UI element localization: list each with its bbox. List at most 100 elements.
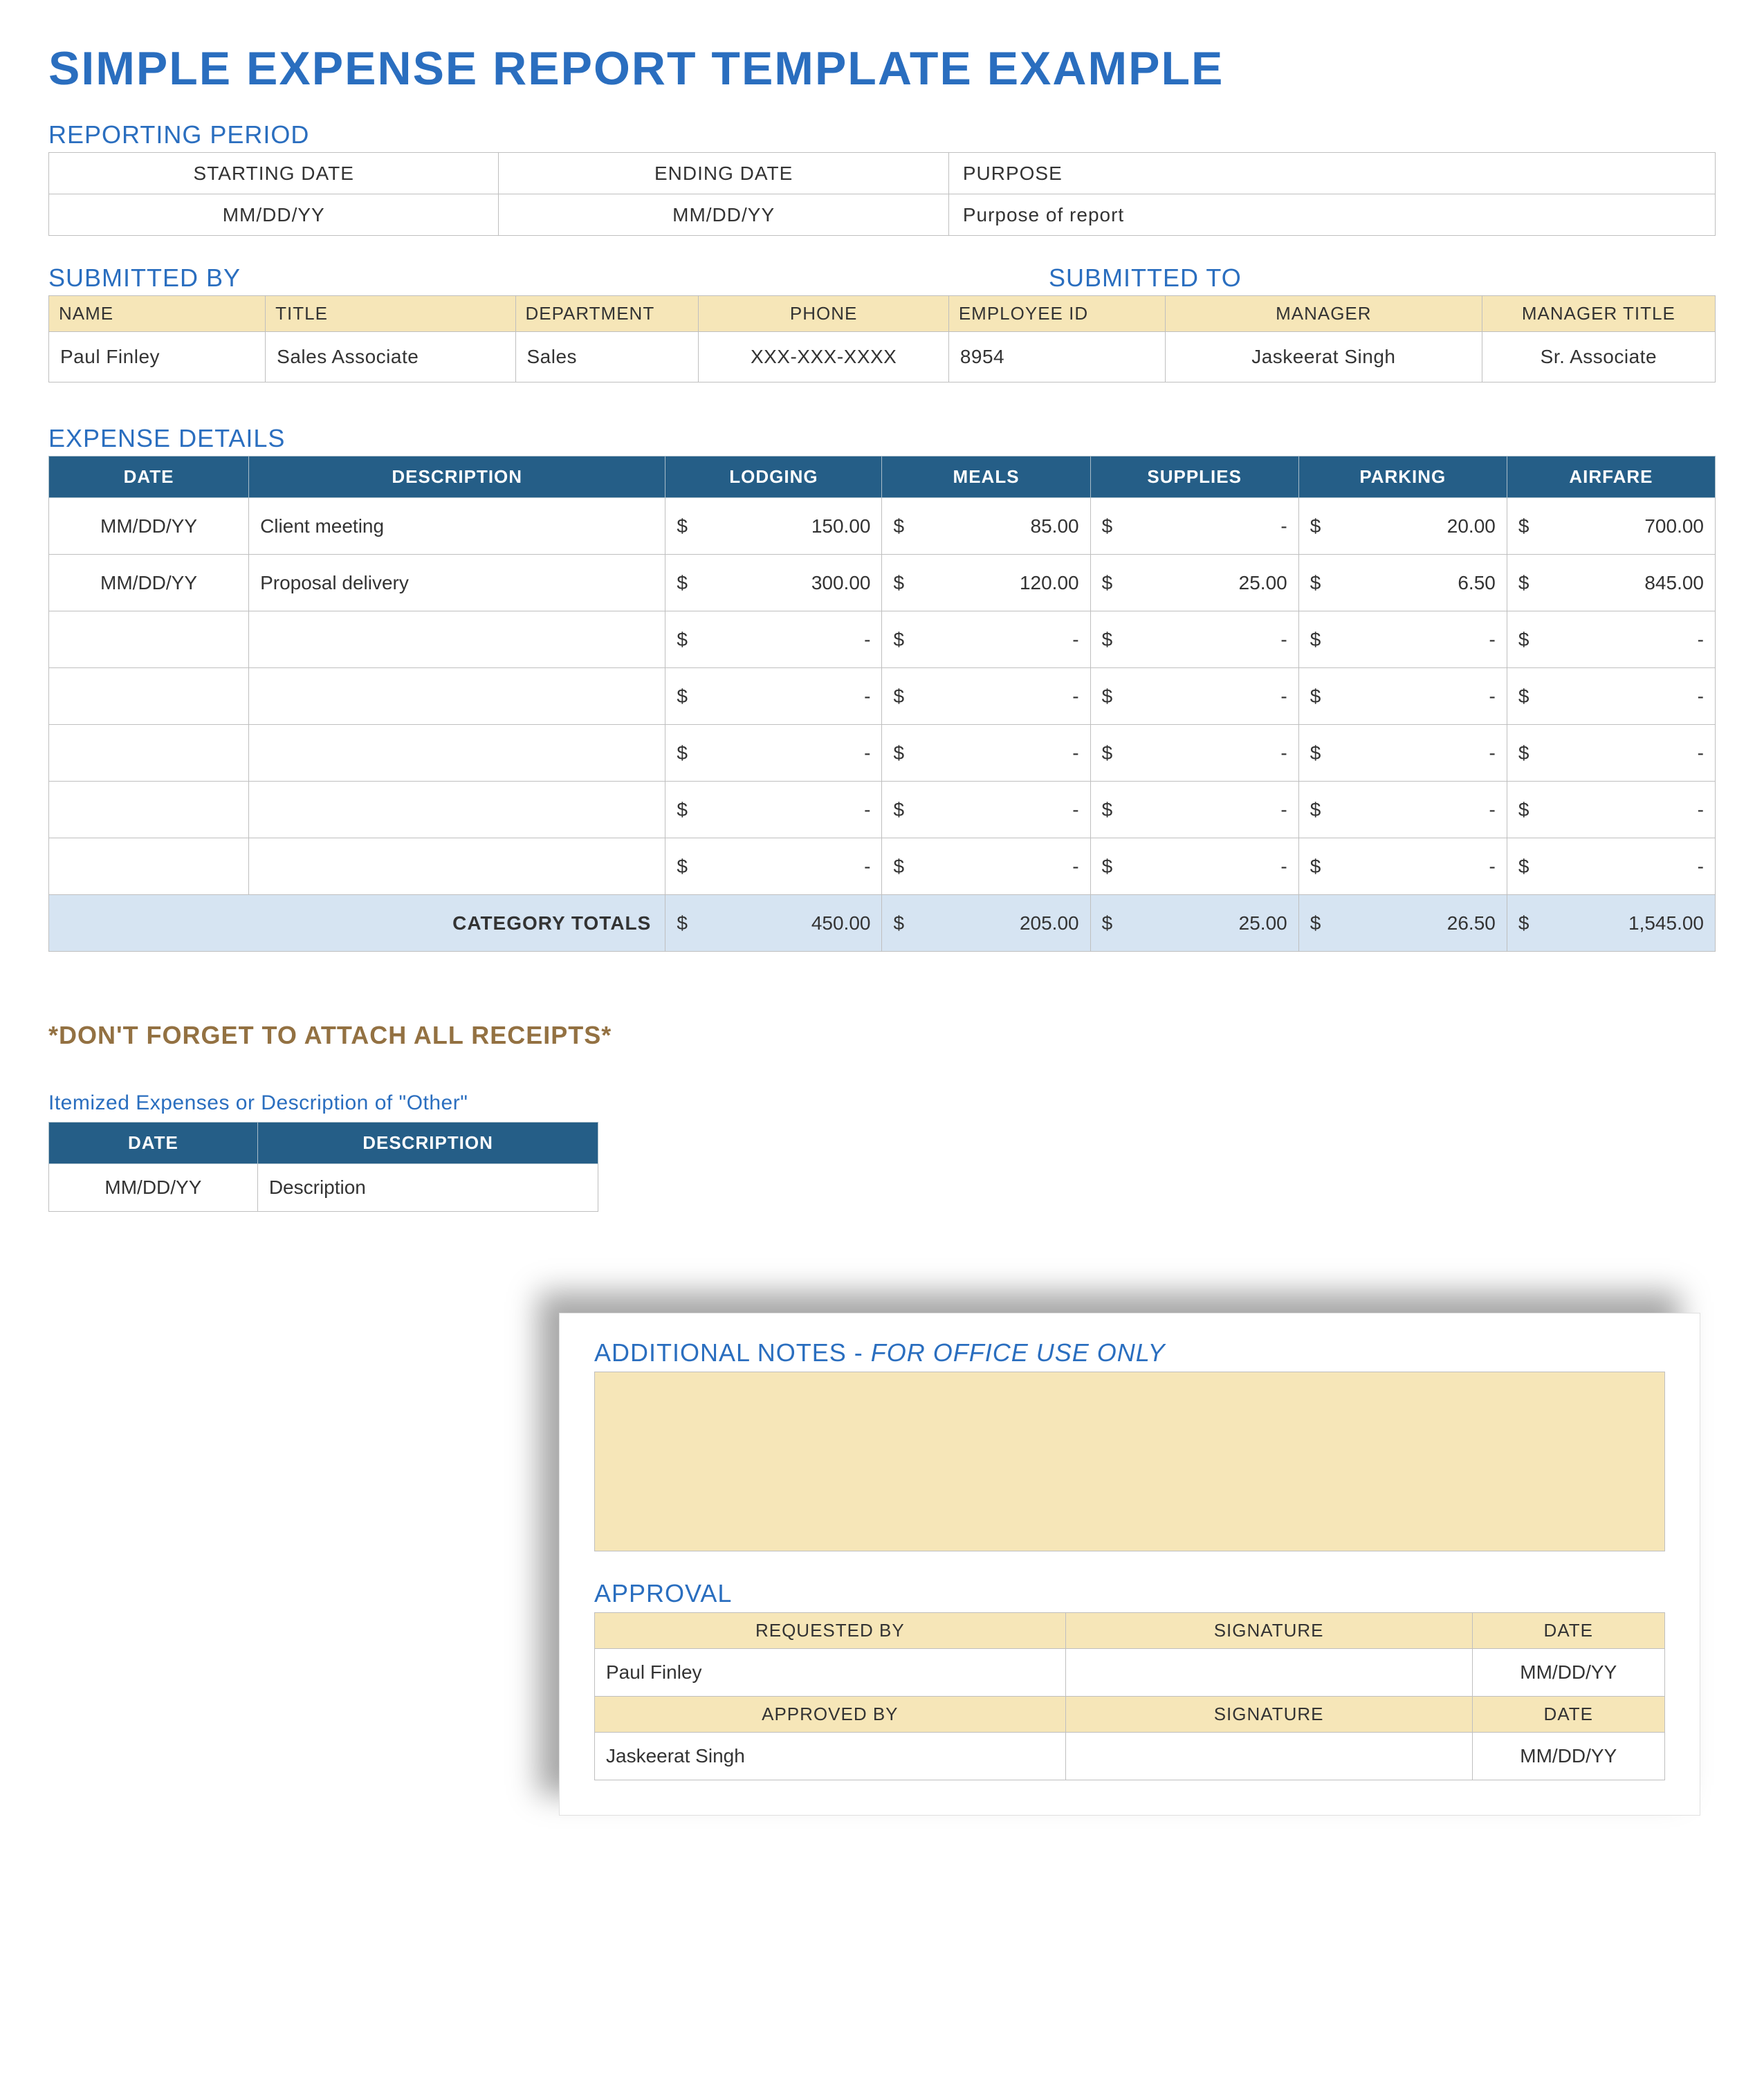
rp-header-start: STARTING DATE (49, 153, 499, 194)
rp-value-end[interactable]: MM/DD/YY (499, 194, 948, 236)
exp-cell-meals[interactable]: $- (882, 838, 1090, 895)
app-requested-name[interactable]: Paul Finley (595, 1649, 1066, 1697)
expense-row: $-$-$-$-$- (49, 611, 1716, 668)
exp-cell-desc[interactable] (249, 838, 665, 895)
exp-cell-parking[interactable]: $- (1298, 668, 1507, 725)
sub-value-manager[interactable]: Jaskeerat Singh (1165, 332, 1482, 382)
expense-totals-row: CATEGORY TOTALS$450.00$205.00$25.00$26.5… (49, 895, 1716, 952)
expense-row: $-$-$-$-$- (49, 725, 1716, 782)
sub-value-department[interactable]: Sales (515, 332, 699, 382)
expense-row: $-$-$-$-$- (49, 782, 1716, 838)
exp-cell-airfare[interactable]: $845.00 (1507, 555, 1715, 611)
reporting-period-table: STARTING DATE ENDING DATE PURPOSE MM/DD/… (48, 152, 1716, 236)
exp-total-meals: $205.00 (882, 895, 1090, 952)
expense-row: MM/DD/YYProposal delivery$300.00$120.00$… (49, 555, 1716, 611)
sub-value-title[interactable]: Sales Associate (266, 332, 515, 382)
exp-cell-parking[interactable]: $- (1298, 611, 1507, 668)
itemized-cell-desc[interactable]: Description (257, 1164, 598, 1212)
expense-details-table: DATE DESCRIPTION LODGING MEALS SUPPLIES … (48, 456, 1716, 952)
exp-cell-airfare[interactable]: $- (1507, 838, 1715, 895)
app-requested-date[interactable]: MM/DD/YY (1472, 1649, 1664, 1697)
exp-cell-parking[interactable]: $- (1298, 725, 1507, 782)
exp-cell-supplies[interactable]: $- (1090, 611, 1298, 668)
exp-totals-label: CATEGORY TOTALS (49, 895, 665, 952)
exp-cell-desc[interactable] (249, 725, 665, 782)
expense-row: $-$-$-$-$- (49, 668, 1716, 725)
section-label-approval: APPROVAL (594, 1579, 1665, 1608)
sub-value-name[interactable]: Paul Finley (49, 332, 266, 382)
page-title: SIMPLE EXPENSE REPORT TEMPLATE EXAMPLE (48, 42, 1716, 95)
exp-cell-date[interactable]: MM/DD/YY (49, 498, 249, 555)
exp-cell-supplies[interactable]: $- (1090, 498, 1298, 555)
exp-cell-supplies[interactable]: $- (1090, 725, 1298, 782)
exp-cell-supplies[interactable]: $25.00 (1090, 555, 1298, 611)
exp-cell-lodging[interactable]: $- (665, 611, 882, 668)
exp-cell-desc[interactable] (249, 668, 665, 725)
sub-value-phone[interactable]: XXX-XXX-XXXX (699, 332, 948, 382)
sub-header-department: DEPARTMENT (515, 296, 699, 332)
exp-total-airfare: $1,545.00 (1507, 895, 1715, 952)
exp-cell-date[interactable] (49, 782, 249, 838)
exp-cell-desc[interactable]: Client meeting (249, 498, 665, 555)
exp-cell-supplies[interactable]: $- (1090, 782, 1298, 838)
exp-cell-lodging[interactable]: $- (665, 782, 882, 838)
app-requested-signature[interactable] (1065, 1649, 1472, 1697)
exp-cell-meals[interactable]: $120.00 (882, 555, 1090, 611)
app-approved-name[interactable]: Jaskeerat Singh (595, 1733, 1066, 1780)
exp-cell-meals[interactable]: $- (882, 611, 1090, 668)
exp-cell-parking[interactable]: $- (1298, 838, 1507, 895)
exp-cell-desc[interactable]: Proposal delivery (249, 555, 665, 611)
itemized-header-description: DESCRIPTION (257, 1123, 598, 1164)
rp-header-end: ENDING DATE (499, 153, 948, 194)
exp-cell-date[interactable] (49, 838, 249, 895)
sub-header-title: TITLE (266, 296, 515, 332)
sub-header-name: NAME (49, 296, 266, 332)
exp-cell-airfare[interactable]: $- (1507, 725, 1715, 782)
exp-header-meals: MEALS (882, 456, 1090, 498)
exp-cell-lodging[interactable]: $- (665, 838, 882, 895)
rp-value-purpose[interactable]: Purpose of report (948, 194, 1715, 236)
additional-notes-italic: FOR OFFICE USE ONLY (871, 1338, 1166, 1367)
exp-cell-desc[interactable] (249, 782, 665, 838)
exp-header-supplies: SUPPLIES (1090, 456, 1298, 498)
rp-header-purpose: PURPOSE (948, 153, 1715, 194)
additional-notes-prefix: ADDITIONAL NOTES - (594, 1338, 871, 1367)
exp-cell-desc[interactable] (249, 611, 665, 668)
exp-cell-meals[interactable]: $85.00 (882, 498, 1090, 555)
app-approved-date[interactable]: MM/DD/YY (1472, 1733, 1664, 1780)
exp-cell-lodging[interactable]: $- (665, 668, 882, 725)
sub-value-manager-title[interactable]: Sr. Associate (1482, 332, 1715, 382)
exp-cell-date[interactable] (49, 611, 249, 668)
exp-cell-airfare[interactable]: $- (1507, 668, 1715, 725)
itemized-cell-date[interactable]: MM/DD/YY (49, 1164, 258, 1212)
sub-value-employee-id[interactable]: 8954 (948, 332, 1165, 382)
exp-cell-airfare[interactable]: $700.00 (1507, 498, 1715, 555)
exp-cell-meals[interactable]: $- (882, 668, 1090, 725)
rp-value-start[interactable]: MM/DD/YY (49, 194, 499, 236)
section-label-expense-details: EXPENSE DETAILS (48, 424, 1716, 453)
exp-cell-date[interactable]: MM/DD/YY (49, 555, 249, 611)
exp-cell-date[interactable] (49, 668, 249, 725)
exp-cell-supplies[interactable]: $- (1090, 838, 1298, 895)
exp-cell-date[interactable] (49, 725, 249, 782)
exp-header-lodging: LODGING (665, 456, 882, 498)
approval-table: REQUESTED BY SIGNATURE DATE Paul Finley … (594, 1612, 1665, 1780)
exp-cell-parking[interactable]: $20.00 (1298, 498, 1507, 555)
exp-cell-parking[interactable]: $6.50 (1298, 555, 1507, 611)
sub-header-phone: PHONE (699, 296, 948, 332)
exp-cell-airfare[interactable]: $- (1507, 782, 1715, 838)
additional-notes-box[interactable] (594, 1372, 1665, 1551)
section-label-additional-notes: ADDITIONAL NOTES - FOR OFFICE USE ONLY (594, 1338, 1665, 1367)
itemized-table: DATE DESCRIPTION MM/DD/YYDescription (48, 1122, 1716, 1212)
exp-cell-lodging[interactable]: $- (665, 725, 882, 782)
exp-cell-parking[interactable]: $- (1298, 782, 1507, 838)
exp-cell-meals[interactable]: $- (882, 782, 1090, 838)
exp-cell-lodging[interactable]: $150.00 (665, 498, 882, 555)
app-approved-signature[interactable] (1065, 1733, 1472, 1780)
exp-cell-meals[interactable]: $- (882, 725, 1090, 782)
exp-cell-lodging[interactable]: $300.00 (665, 555, 882, 611)
sub-header-employee-id: EMPLOYEE ID (948, 296, 1165, 332)
exp-cell-supplies[interactable]: $- (1090, 668, 1298, 725)
exp-cell-airfare[interactable]: $- (1507, 611, 1715, 668)
app-header-requested-by: REQUESTED BY (595, 1613, 1066, 1649)
